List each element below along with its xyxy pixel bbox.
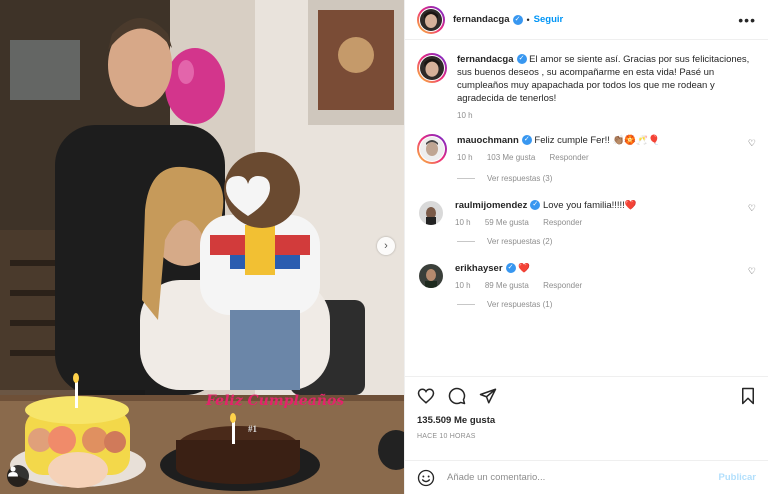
caption-avatar-ring[interactable] — [417, 53, 447, 83]
chevron-right-icon: › — [384, 240, 388, 252]
follow-button[interactable]: Seguir — [534, 14, 564, 25]
comment-text: Feliz cumple Fer!! 👏🏽🏵️🥂🎈 — [534, 135, 660, 146]
verified-badge-icon: ✓ — [512, 14, 523, 25]
reply-button[interactable]: Responder — [543, 218, 582, 227]
comment-like-heart-icon[interactable]: ♡ — [748, 138, 756, 149]
comment-text: ❤️ — [518, 263, 531, 274]
verified-badge-icon: ✓ — [530, 200, 541, 211]
comment-like-heart-icon[interactable]: ♡ — [748, 266, 756, 277]
comment-username[interactable]: raulmijomendez — [455, 200, 527, 211]
comment-text-block: raulmijomendez ✓ Love you familia!!!!!❤️ — [455, 199, 748, 212]
tagged-users-button[interactable] — [7, 465, 29, 487]
replies-line — [457, 304, 475, 305]
comment-body: mauochmann ✓ Feliz cumple Fer!! 👏🏽🏵️🥂🎈 10… — [457, 134, 748, 162]
post-photo[interactable]: #1 Feliz Cumpleaños › — [0, 0, 404, 494]
caption-body: fernandacga ✓ El amor se siente así. Grac… — [457, 53, 756, 120]
comment-likes[interactable]: 89 Me gusta — [485, 281, 529, 290]
comment-avatar[interactable] — [419, 201, 443, 225]
caption-text-block: fernandacga ✓ El amor se siente así. Grac… — [457, 53, 756, 105]
like-heart-icon[interactable] — [417, 387, 435, 405]
caption: fernandacga ✓ El amor se siente así. Grac… — [417, 53, 756, 120]
post-header: fernandacga ✓ • Seguir ••• — [405, 0, 768, 40]
comment-text-block: erikhayser ✓ ❤️ — [455, 262, 748, 275]
comment-text-block: mauochmann ✓ Feliz cumple Fer!! 👏🏽🏵️🥂🎈 — [457, 134, 748, 147]
comment-bubble-icon[interactable] — [448, 387, 466, 405]
cake-topper: Feliz Cumpleaños — [205, 392, 344, 409]
author-avatar — [420, 8, 442, 31]
comment-meta: 10 h 89 Me gusta Responder — [455, 281, 748, 290]
view-replies-button[interactable]: Ver respuestas (2) — [457, 237, 756, 246]
instagram-post-modal: #1 Feliz Cumpleaños › fernandacga ✓ • Se… — [0, 0, 768, 494]
comment-time[interactable]: 10 h — [455, 218, 471, 227]
comment-username[interactable]: erikhayser — [455, 263, 503, 274]
verified-badge-icon: ✓ — [516, 54, 527, 65]
comment-like-heart-icon[interactable]: ♡ — [748, 203, 756, 214]
comment-item: raulmijomendez ✓ Love you familia!!!!!❤️ … — [417, 199, 756, 227]
view-replies-button[interactable]: Ver respuestas (3) — [457, 174, 756, 183]
author-avatar-ring[interactable] — [417, 5, 445, 34]
comment-time[interactable]: 10 h — [455, 281, 471, 290]
post-actions: 135.509 Me gusta HACE 10 HORAS — [405, 376, 768, 448]
add-comment-bar: Publicar — [405, 460, 768, 494]
verified-badge-icon: ✓ — [521, 135, 532, 146]
comment-body: raulmijomendez ✓ Love you familia!!!!!❤️ … — [455, 199, 748, 227]
comment-username[interactable]: mauochmann — [457, 135, 519, 146]
comment-input[interactable] — [447, 472, 719, 483]
caption-time[interactable]: 10 h — [457, 111, 473, 120]
comment-likes[interactable]: 103 Me gusta — [487, 153, 535, 162]
comment-avatar-ring[interactable] — [417, 134, 447, 164]
caption-avatar — [420, 56, 444, 80]
post-side-panel: fernandacga ✓ • Seguir ••• fernandacga ✓… — [404, 0, 768, 494]
comment-likes[interactable]: 59 Me gusta — [485, 218, 529, 227]
comment-time[interactable]: 10 h — [457, 153, 473, 162]
view-replies-label: Ver respuestas (2) — [487, 237, 553, 246]
comment-item: erikhayser ✓ ❤️ 10 h 89 Me gusta Responde… — [417, 262, 756, 290]
emoji-smiley-icon[interactable] — [417, 469, 435, 487]
replies-line — [457, 178, 475, 179]
reply-button[interactable]: Responder — [543, 281, 582, 290]
publish-button[interactable]: Publicar — [719, 472, 757, 483]
post-date[interactable]: HACE 10 HORAS — [417, 433, 756, 440]
comment-meta: 10 h 103 Me gusta Responder — [457, 153, 748, 162]
action-icons-row — [417, 385, 756, 407]
comment-body: erikhayser ✓ ❤️ 10 h 89 Me gusta Responde… — [455, 262, 748, 290]
save-bookmark-icon[interactable] — [740, 387, 756, 405]
comment-text: Love you familia!!!!!❤️ — [542, 200, 637, 211]
caption-meta: 10 h — [457, 111, 756, 120]
comment-avatar[interactable] — [419, 264, 443, 288]
comment-item: mauochmann ✓ Feliz cumple Fer!! 👏🏽🏵️🥂🎈 10… — [417, 134, 756, 164]
view-replies-button[interactable]: Ver respuestas (1) — [457, 300, 756, 309]
caption-username[interactable]: fernandacga — [457, 54, 514, 65]
view-replies-label: Ver respuestas (1) — [487, 300, 553, 309]
comment-meta: 10 h 59 Me gusta Responder — [455, 218, 748, 227]
reply-button[interactable]: Responder — [550, 153, 589, 162]
birthday-photo: #1 Feliz Cumpleaños — [0, 0, 404, 494]
comment-avatar — [420, 137, 444, 161]
author-username[interactable]: fernandacga — [453, 14, 510, 25]
share-send-icon[interactable] — [479, 387, 497, 405]
replies-line — [457, 241, 475, 242]
comments-list[interactable]: fernandacga ✓ El amor se siente así. Grac… — [405, 41, 768, 375]
verified-badge-icon: ✓ — [505, 263, 516, 274]
next-photo-button[interactable]: › — [377, 237, 395, 255]
user-icon — [8, 466, 18, 477]
separator-dot: • — [526, 14, 530, 25]
likes-count[interactable]: 135.509 Me gusta — [417, 415, 756, 426]
svg-text:#1: #1 — [248, 424, 258, 434]
view-replies-label: Ver respuestas (3) — [487, 174, 553, 183]
more-options-icon[interactable]: ••• — [738, 12, 756, 28]
